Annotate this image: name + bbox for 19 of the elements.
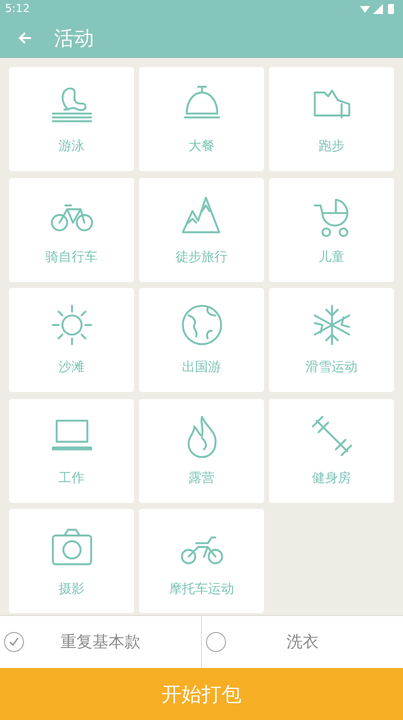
option-toggle[interactable]: 重复基本款 xyxy=(0,616,201,668)
activity-card[interactable]: 工作 xyxy=(9,398,134,503)
page-title: 活动 xyxy=(54,25,94,52)
activity-card[interactable]: 游泳 xyxy=(9,67,134,171)
start-packing-button[interactable]: 开始打包 xyxy=(0,668,403,720)
activity-card[interactable]: 滑雪运动 xyxy=(269,288,394,392)
activity-card[interactable]: 摄影 xyxy=(9,509,134,614)
activity-card[interactable]: 大餐 xyxy=(139,67,264,171)
activity-card[interactable]: 跑步 xyxy=(269,67,394,171)
activity-card[interactable]: 摩托车运动 xyxy=(139,509,264,614)
activity-card[interactable]: 露营 xyxy=(139,398,264,503)
activity-card[interactable]: 出国游 xyxy=(139,288,264,392)
activity-card[interactable]: 徒步旅行 xyxy=(139,178,264,282)
back-arrow-icon xyxy=(17,30,33,46)
activity-card[interactable]: 骑自行车 xyxy=(9,178,134,282)
activity-card[interactable]: 儿童 xyxy=(269,178,394,282)
activity-card[interactable]: 健身房 xyxy=(269,398,394,503)
status-time: 5:12 xyxy=(5,0,30,17)
activity-card[interactable]: 沙滩 xyxy=(9,288,134,392)
